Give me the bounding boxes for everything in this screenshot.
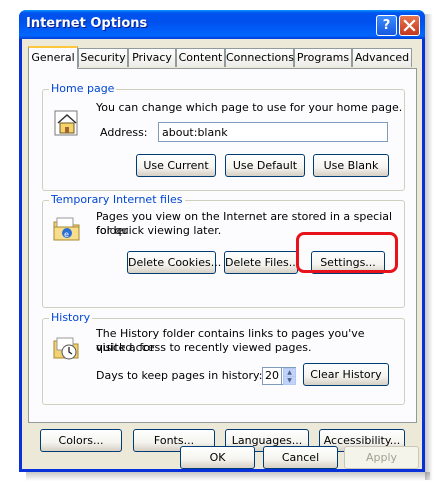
use-blank-button[interactable]: Use Blank	[313, 154, 389, 177]
tab-strip: General Security Privacy Content Connect…	[28, 46, 418, 69]
days-spinner[interactable]: ▲ ▼	[281, 367, 296, 385]
spin-down-arrow-icon[interactable]: ▼	[283, 376, 296, 385]
home-page-description: You can change which page to use for you…	[96, 101, 403, 114]
settings-highlight-annotation	[296, 232, 398, 273]
cancel-button[interactable]: Cancel	[263, 446, 338, 469]
window-shadow-bottom	[26, 472, 430, 481]
days-to-keep-label: Days to keep pages in history:	[96, 369, 263, 382]
days-to-keep-value[interactable]: 20	[262, 367, 281, 385]
temp-files-group-label: Temporary Internet files	[49, 193, 185, 206]
delete-files-button[interactable]: Delete Files...	[224, 251, 299, 274]
history-folder-clock-icon	[53, 337, 79, 360]
house-icon	[54, 110, 78, 136]
tab-privacy[interactable]: Privacy	[128, 48, 176, 67]
address-label: Address:	[100, 126, 148, 139]
history-group-label: History	[49, 311, 93, 324]
history-description-2: quick access to recently viewed pages.	[96, 341, 312, 354]
tab-advanced[interactable]: Advanced	[352, 48, 412, 67]
ok-button[interactable]: OK	[180, 446, 255, 469]
use-default-button[interactable]: Use Default	[225, 154, 305, 177]
tab-programs[interactable]: Programs	[294, 48, 352, 67]
history-group: History The History folder contains link…	[42, 311, 405, 405]
title-bar[interactable]: Internet Options ?	[19, 10, 425, 39]
tab-general[interactable]: General	[28, 46, 78, 69]
tab-security[interactable]: Security	[78, 48, 128, 67]
window-shadow-right	[425, 14, 433, 480]
colors-button[interactable]: Colors...	[40, 429, 122, 452]
svg-text:e: e	[64, 230, 69, 239]
home-page-group-label: Home page	[49, 82, 117, 95]
close-icon	[403, 19, 416, 32]
window-title: Internet Options	[26, 16, 148, 31]
delete-cookies-button[interactable]: Delete Cookies...	[127, 251, 221, 274]
close-button[interactable]	[399, 15, 420, 36]
address-input[interactable]	[158, 122, 388, 142]
help-button[interactable]: ?	[376, 15, 397, 36]
apply-button[interactable]: Apply	[344, 446, 419, 469]
temp-files-description-2: for quick viewing later.	[96, 224, 222, 237]
tab-connections[interactable]: Connections	[225, 48, 294, 67]
use-current-button[interactable]: Use Current	[136, 154, 216, 177]
home-page-group: Home page You can change which page to u…	[42, 82, 405, 191]
tab-content[interactable]: Content	[176, 48, 225, 67]
clear-history-button[interactable]: Clear History	[303, 363, 389, 386]
folder-ie-icon: e	[53, 217, 80, 241]
